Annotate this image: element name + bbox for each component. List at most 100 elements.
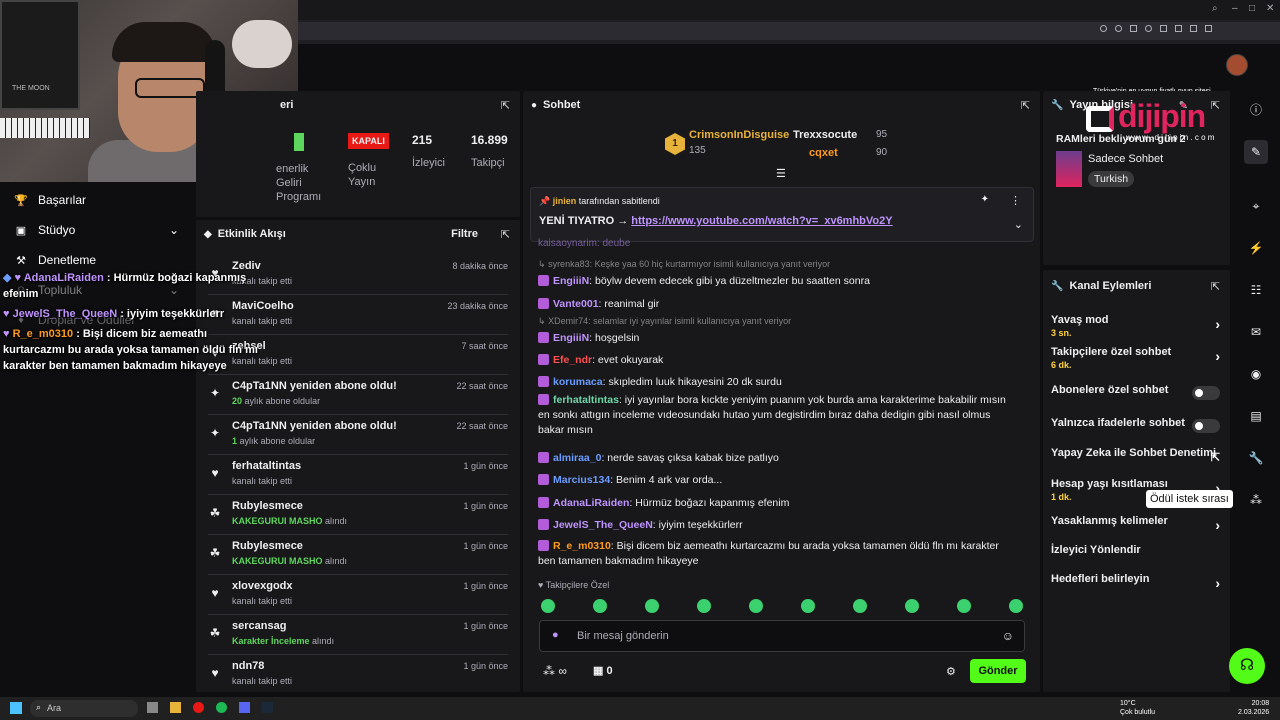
popout-icon[interactable]: ⇱ [501,99,510,112]
emote-icon[interactable] [697,599,711,613]
screenshot-icon[interactable]: ⌖ [1244,194,1268,218]
more-options-icon[interactable]: ⋮ [1010,194,1021,207]
support-headset-icon[interactable]: ☊ [1229,648,1265,684]
activity-item[interactable]: ✦ C4pTa1NN yeniden abone oldu! 1 aylık a… [196,414,520,454]
extensions-icon[interactable] [1160,25,1167,32]
edit-pencil-icon[interactable]: ✎ [1244,140,1268,164]
lightning-icon[interactable]: ⚡ [1244,236,1268,260]
collections-icon[interactable] [1190,25,1197,32]
popout-icon[interactable]: ⇱ [501,228,510,241]
activity-item[interactable]: ☘ Rubylesmece KAKEGURUI MASHO alındı 1 g… [196,494,520,534]
shop-icon: ▦ [593,665,604,677]
close-window-button[interactable]: ✕ [1266,3,1274,14]
leaderboard-third-user[interactable]: cqxet [809,147,838,159]
nav-item-studio[interactable]: ▣ Stüdyo ⌄ [14,220,179,240]
chevron-right-icon[interactable]: › [1215,517,1220,533]
pinned-link[interactable]: https://www.youtube.com/watch?v=_xv6mhbV… [631,215,892,227]
download-icon[interactable] [1175,25,1182,32]
toggle-switch[interactable] [1192,386,1220,400]
microphone-icon[interactable]: ● [552,629,559,641]
popout-icon[interactable]: ⇱ [1021,99,1030,112]
channel-action-item[interactable]: Yapay Zeka ile Sohbet Denetimi [1051,447,1226,460]
start-icon[interactable] [10,702,22,714]
activity-item[interactable]: ♥ xlovexgodx kanalı takip etti 1 gün önc… [196,574,520,614]
clock[interactable]: 20:08 2.03.2026 [1238,699,1269,717]
activity-item[interactable]: ♥ ndn78 kanalı takip etti 1 gün önce [196,654,520,694]
chevron-right-icon[interactable]: › [1215,348,1220,364]
chevron-right-icon[interactable]: › [1215,316,1220,332]
emote-icon[interactable] [853,599,867,613]
settings-gear-icon[interactable]: ⚙ [946,665,956,678]
status-indicator [294,133,304,151]
nav-item-achievements[interactable]: 🏆 Başarılar [14,190,86,210]
spotify-icon[interactable] [216,702,227,713]
channel-action-item[interactable]: İzleyici Yönlendir [1051,544,1226,557]
channel-action-item[interactable]: Takipçilere özel sohbet 6 dk. [1051,346,1226,372]
filter-button[interactable]: Filtre [451,228,478,240]
leaderboard-first-user[interactable]: CrimsonInDisguise [689,129,789,141]
tag-pill[interactable]: Turkish [1088,171,1135,187]
emote-icon[interactable] [749,599,763,613]
emote-icon[interactable] [905,599,919,613]
taskbar-search[interactable]: ⌕ Ara [30,700,138,717]
emoji-icon[interactable]: ☺ [1002,629,1014,643]
followers-only-label: ♥ Takipçilere Özel [538,580,610,590]
chat-message: almiraa_0: nerde savaş çıksa kabak bize … [538,451,1018,466]
emote-icon[interactable] [1009,599,1023,613]
channel-action-item[interactable]: Yasaklanmış kelimeler [1051,515,1226,528]
unpin-icon[interactable]: ✦ [981,194,989,205]
favorite-icon[interactable] [1145,25,1152,32]
task-view-icon[interactable] [147,702,158,713]
channel-action-item[interactable]: Hedefleri belirleyin [1051,573,1226,586]
browser-search-icon[interactable]: ⌕ [1212,3,1218,14]
trophy-icon: 🏆 [14,194,28,207]
maximize-button[interactable]: □ [1249,3,1255,14]
toggle-switch[interactable] [1192,419,1220,433]
popout-icon[interactable]: ⇱ [1211,280,1220,293]
channel-points-button[interactable]: ⁂ ∞ [543,664,567,678]
category-name[interactable]: Sadece Sohbet [1088,153,1163,165]
emote-icon[interactable] [593,599,607,613]
find-icon[interactable] [1115,25,1122,32]
emote-icon[interactable] [957,599,971,613]
emote-icon[interactable] [541,599,555,613]
streamer-glasses [135,78,205,98]
activity-item[interactable]: ✦ C4pTa1NN yeniden abone oldu! 20 aylık … [196,374,520,414]
leaderboard-second-user[interactable]: Trexxsocute [793,129,857,141]
chat-message: EngiiiN: hoşgelsin [538,331,1018,346]
weather-widget[interactable]: 10°C Çok bulutlu [1120,699,1155,717]
share-icon[interactable] [1130,25,1137,32]
chevron-down-icon[interactable]: ⌄ [1014,218,1023,231]
wrench-icon[interactable]: 🔧 [1244,446,1268,470]
discord-icon[interactable] [239,702,250,713]
reply-context: ↳ syrenka83: Keşke yaa 60 hiç kurtarmıyo… [538,259,831,269]
steam-icon[interactable] [262,702,273,713]
plush-toy [232,20,292,68]
reward-queue-icon[interactable]: ⁂ [1244,488,1268,512]
activity-item[interactable]: ♥ ferhataltintas kanalı takip etti 1 gün… [196,454,520,494]
file-explorer-icon[interactable] [170,702,181,713]
emote-icon[interactable] [645,599,659,613]
sidebar-icon[interactable] [1205,25,1212,32]
external-link-icon[interactable]: ⇱ [1211,451,1220,464]
info-icon[interactable]: ⓘ [1244,98,1268,122]
zoom-icon[interactable] [1100,25,1107,32]
chat-input[interactable]: ● Bir mesaj gönderin ☺ [539,620,1025,652]
notes-icon[interactable]: ☷ [1244,278,1268,302]
avatar[interactable] [1226,54,1248,76]
send-button[interactable]: Gönder [970,659,1026,683]
chevron-right-icon[interactable]: › [1215,575,1220,591]
emote-icon[interactable] [801,599,815,613]
channel-action-item[interactable]: Yavaş mod 3 sn. [1051,314,1226,340]
minimize-button[interactable]: – [1232,3,1238,14]
activity-item[interactable]: ☘ Rubylesmece KAKEGURUI MASHO alındı 1 g… [196,534,520,574]
layout-icon[interactable]: ▤ [1244,404,1268,428]
broadcast-icon[interactable]: ◉ [1244,362,1268,386]
nav-item-moderation[interactable]: ⚒ Denetleme [14,250,96,270]
chat-icon[interactable]: ✉ [1244,320,1268,344]
activity-item[interactable]: ☘ sercansag Karakter İnceleme alındı 1 g… [196,614,520,654]
shop-button[interactable]: ▦ 0 [593,664,613,677]
expand-leaderboard-icon[interactable]: ☰ [776,167,786,180]
wall-poster: THE MOON [0,0,80,110]
opera-icon[interactable] [193,702,204,713]
